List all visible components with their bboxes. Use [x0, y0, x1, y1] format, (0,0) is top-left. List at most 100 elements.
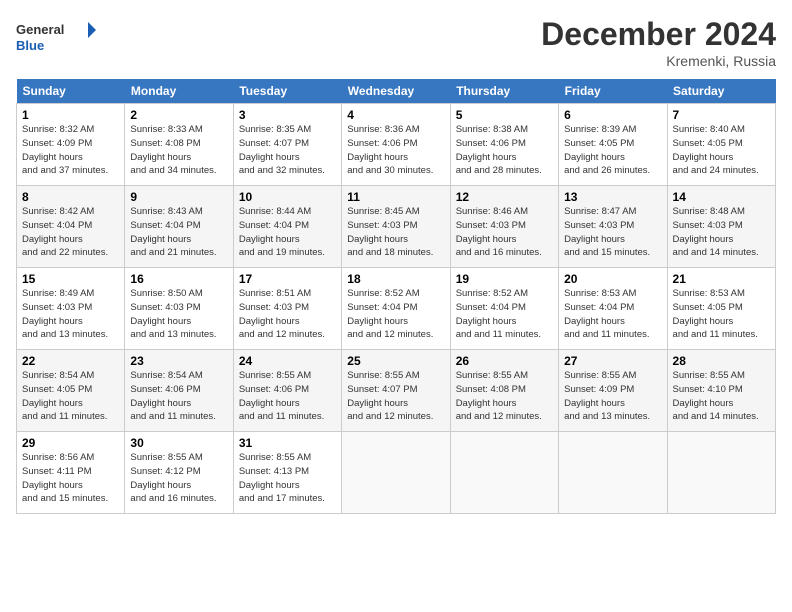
header-row: Sunday Monday Tuesday Wednesday Thursday…	[17, 79, 776, 104]
day-info: Sunrise: 8:36 AMSunset: 4:06 PMDaylight …	[347, 124, 433, 176]
day-number: 30	[130, 436, 227, 450]
day-info: Sunrise: 8:35 AMSunset: 4:07 PMDaylight …	[239, 124, 325, 176]
day-number: 5	[456, 108, 553, 122]
table-cell: 30 Sunrise: 8:55 AMSunset: 4:12 PMDaylig…	[125, 432, 233, 514]
day-number: 7	[673, 108, 770, 122]
day-info: Sunrise: 8:55 AMSunset: 4:13 PMDaylight …	[239, 452, 325, 504]
table-cell: 6 Sunrise: 8:39 AMSunset: 4:05 PMDayligh…	[559, 104, 667, 186]
table-cell: 26 Sunrise: 8:55 AMSunset: 4:08 PMDaylig…	[450, 350, 558, 432]
table-cell: 2 Sunrise: 8:33 AMSunset: 4:08 PMDayligh…	[125, 104, 233, 186]
table-cell: 16 Sunrise: 8:50 AMSunset: 4:03 PMDaylig…	[125, 268, 233, 350]
day-info: Sunrise: 8:52 AMSunset: 4:04 PMDaylight …	[456, 288, 541, 340]
table-cell	[342, 432, 450, 514]
day-info: Sunrise: 8:55 AMSunset: 4:08 PMDaylight …	[456, 370, 542, 422]
svg-text:Blue: Blue	[16, 38, 44, 53]
table-cell: 24 Sunrise: 8:55 AMSunset: 4:06 PMDaylig…	[233, 350, 341, 432]
day-number: 17	[239, 272, 336, 286]
logo: General Blue	[16, 16, 96, 61]
day-info: Sunrise: 8:55 AMSunset: 4:07 PMDaylight …	[347, 370, 433, 422]
day-number: 14	[673, 190, 770, 204]
svg-text:General: General	[16, 22, 64, 37]
day-number: 25	[347, 354, 444, 368]
day-number: 23	[130, 354, 227, 368]
table-cell: 14 Sunrise: 8:48 AMSunset: 4:03 PMDaylig…	[667, 186, 775, 268]
title-block: December 2024 Kremenki, Russia	[541, 16, 776, 69]
day-number: 3	[239, 108, 336, 122]
table-cell: 23 Sunrise: 8:54 AMSunset: 4:06 PMDaylig…	[125, 350, 233, 432]
day-number: 15	[22, 272, 119, 286]
col-sunday: Sunday	[17, 79, 125, 104]
day-info: Sunrise: 8:46 AMSunset: 4:03 PMDaylight …	[456, 206, 542, 258]
table-cell: 5 Sunrise: 8:38 AMSunset: 4:06 PMDayligh…	[450, 104, 558, 186]
table-cell: 19 Sunrise: 8:52 AMSunset: 4:04 PMDaylig…	[450, 268, 558, 350]
day-number: 1	[22, 108, 119, 122]
table-cell: 17 Sunrise: 8:51 AMSunset: 4:03 PMDaylig…	[233, 268, 341, 350]
table-cell: 27 Sunrise: 8:55 AMSunset: 4:09 PMDaylig…	[559, 350, 667, 432]
table-cell: 20 Sunrise: 8:53 AMSunset: 4:04 PMDaylig…	[559, 268, 667, 350]
location: Kremenki, Russia	[541, 53, 776, 69]
day-info: Sunrise: 8:55 AMSunset: 4:06 PMDaylight …	[239, 370, 324, 422]
col-monday: Monday	[125, 79, 233, 104]
day-number: 27	[564, 354, 661, 368]
table-row: 15 Sunrise: 8:49 AMSunset: 4:03 PMDaylig…	[17, 268, 776, 350]
table-cell: 31 Sunrise: 8:55 AMSunset: 4:13 PMDaylig…	[233, 432, 341, 514]
day-number: 16	[130, 272, 227, 286]
day-number: 18	[347, 272, 444, 286]
table-cell: 10 Sunrise: 8:44 AMSunset: 4:04 PMDaylig…	[233, 186, 341, 268]
day-number: 21	[673, 272, 770, 286]
day-number: 12	[456, 190, 553, 204]
day-info: Sunrise: 8:55 AMSunset: 4:10 PMDaylight …	[673, 370, 759, 422]
day-info: Sunrise: 8:44 AMSunset: 4:04 PMDaylight …	[239, 206, 325, 258]
table-cell: 13 Sunrise: 8:47 AMSunset: 4:03 PMDaylig…	[559, 186, 667, 268]
col-saturday: Saturday	[667, 79, 775, 104]
day-info: Sunrise: 8:40 AMSunset: 4:05 PMDaylight …	[673, 124, 759, 176]
calendar-table: Sunday Monday Tuesday Wednesday Thursday…	[16, 79, 776, 514]
logo-svg: General Blue	[16, 16, 96, 61]
day-info: Sunrise: 8:55 AMSunset: 4:12 PMDaylight …	[130, 452, 216, 504]
table-cell: 25 Sunrise: 8:55 AMSunset: 4:07 PMDaylig…	[342, 350, 450, 432]
day-info: Sunrise: 8:55 AMSunset: 4:09 PMDaylight …	[564, 370, 650, 422]
day-info: Sunrise: 8:39 AMSunset: 4:05 PMDaylight …	[564, 124, 650, 176]
table-cell: 8 Sunrise: 8:42 AMSunset: 4:04 PMDayligh…	[17, 186, 125, 268]
table-row: 8 Sunrise: 8:42 AMSunset: 4:04 PMDayligh…	[17, 186, 776, 268]
day-number: 28	[673, 354, 770, 368]
day-number: 11	[347, 190, 444, 204]
table-cell: 12 Sunrise: 8:46 AMSunset: 4:03 PMDaylig…	[450, 186, 558, 268]
col-thursday: Thursday	[450, 79, 558, 104]
day-number: 6	[564, 108, 661, 122]
day-number: 20	[564, 272, 661, 286]
table-cell: 21 Sunrise: 8:53 AMSunset: 4:05 PMDaylig…	[667, 268, 775, 350]
day-number: 29	[22, 436, 119, 450]
header: General Blue December 2024 Kremenki, Rus…	[16, 16, 776, 69]
day-number: 4	[347, 108, 444, 122]
day-info: Sunrise: 8:53 AMSunset: 4:05 PMDaylight …	[673, 288, 758, 340]
table-cell: 9 Sunrise: 8:43 AMSunset: 4:04 PMDayligh…	[125, 186, 233, 268]
day-number: 31	[239, 436, 336, 450]
day-info: Sunrise: 8:32 AMSunset: 4:09 PMDaylight …	[22, 124, 108, 176]
day-info: Sunrise: 8:52 AMSunset: 4:04 PMDaylight …	[347, 288, 433, 340]
table-cell: 11 Sunrise: 8:45 AMSunset: 4:03 PMDaylig…	[342, 186, 450, 268]
table-cell: 15 Sunrise: 8:49 AMSunset: 4:03 PMDaylig…	[17, 268, 125, 350]
day-info: Sunrise: 8:33 AMSunset: 4:08 PMDaylight …	[130, 124, 216, 176]
col-wednesday: Wednesday	[342, 79, 450, 104]
table-cell: 28 Sunrise: 8:55 AMSunset: 4:10 PMDaylig…	[667, 350, 775, 432]
day-number: 22	[22, 354, 119, 368]
day-info: Sunrise: 8:47 AMSunset: 4:03 PMDaylight …	[564, 206, 650, 258]
day-number: 9	[130, 190, 227, 204]
day-number: 26	[456, 354, 553, 368]
day-info: Sunrise: 8:38 AMSunset: 4:06 PMDaylight …	[456, 124, 542, 176]
table-cell: 4 Sunrise: 8:36 AMSunset: 4:06 PMDayligh…	[342, 104, 450, 186]
day-info: Sunrise: 8:54 AMSunset: 4:06 PMDaylight …	[130, 370, 215, 422]
table-cell: 18 Sunrise: 8:52 AMSunset: 4:04 PMDaylig…	[342, 268, 450, 350]
day-info: Sunrise: 8:45 AMSunset: 4:03 PMDaylight …	[347, 206, 433, 258]
day-number: 13	[564, 190, 661, 204]
table-cell: 7 Sunrise: 8:40 AMSunset: 4:05 PMDayligh…	[667, 104, 775, 186]
month-title: December 2024	[541, 16, 776, 53]
day-info: Sunrise: 8:54 AMSunset: 4:05 PMDaylight …	[22, 370, 107, 422]
table-cell: 22 Sunrise: 8:54 AMSunset: 4:05 PMDaylig…	[17, 350, 125, 432]
day-info: Sunrise: 8:50 AMSunset: 4:03 PMDaylight …	[130, 288, 216, 340]
day-number: 19	[456, 272, 553, 286]
day-number: 8	[22, 190, 119, 204]
table-cell	[667, 432, 775, 514]
table-cell	[559, 432, 667, 514]
